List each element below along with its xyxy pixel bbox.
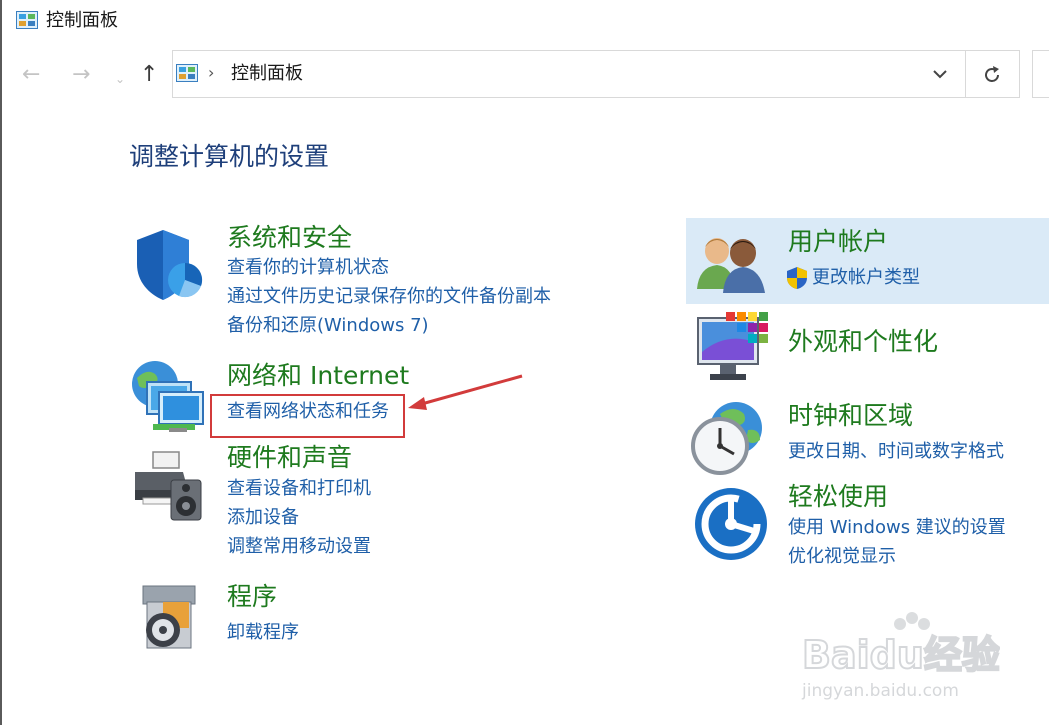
uac-shield-icon (787, 267, 807, 289)
category-system-security[interactable]: 系统和安全 (227, 223, 352, 253)
annotation-highlight-box (210, 394, 405, 438)
svg-text:jingyan.baidu.com: jingyan.baidu.com (801, 681, 959, 701)
ease-of-access-icon[interactable] (694, 487, 768, 561)
address-dropdown-icon[interactable] (928, 63, 952, 85)
recent-locations-button[interactable]: ⌄ (115, 66, 125, 92)
arrow-right-icon: → (72, 62, 91, 87)
chevron-down-icon: ⌄ (115, 72, 126, 86)
breadcrumb-chevron-icon[interactable]: › (208, 63, 214, 83)
clock-globe-icon[interactable] (690, 400, 766, 476)
link-change-account-type[interactable]: 更改帐户类型 (812, 267, 920, 289)
programs-icon[interactable] (139, 584, 199, 650)
link-change-date-time-format[interactable]: 更改日期、时间或数字格式 (788, 441, 1004, 463)
control-panel-icon (176, 64, 198, 82)
link-add-device[interactable]: 添加设备 (227, 507, 299, 529)
arrow-left-icon: ← (22, 62, 41, 87)
link-mobility-settings[interactable]: 调整常用移动设置 (227, 536, 371, 558)
window-title: 控制面板 (46, 10, 118, 31)
title-bar: 控制面板 (0, 0, 1049, 42)
svg-text:Baidu经验: Baidu经验 (802, 633, 1000, 677)
refresh-icon[interactable] (981, 64, 1003, 86)
arrow-up-icon: ↑ (140, 62, 159, 87)
category-hardware-sound[interactable]: 硬件和声音 (227, 443, 352, 473)
link-devices-printers[interactable]: 查看设备和打印机 (227, 478, 371, 500)
category-clock-region[interactable]: 时钟和区域 (788, 401, 913, 431)
shield-icon[interactable] (133, 228, 205, 302)
control-panel-icon (16, 11, 38, 29)
page-heading: 调整计算机的设置 (129, 142, 330, 171)
network-globe-icon[interactable] (129, 358, 209, 436)
appearance-icon[interactable] (696, 312, 770, 384)
forward-button[interactable]: → (72, 62, 90, 88)
category-network-internet[interactable]: 网络和 Internet (227, 361, 409, 391)
category-user-accounts[interactable]: 用户帐户 (788, 227, 888, 257)
user-accounts-icon[interactable] (695, 231, 767, 293)
link-optimize-visual-display[interactable]: 优化视觉显示 (788, 546, 896, 568)
link-file-history-backup[interactable]: 通过文件历史记录保存你的文件备份副本 (227, 286, 551, 308)
up-button[interactable]: ↑ (140, 62, 158, 88)
category-programs[interactable]: 程序 (227, 582, 277, 612)
link-recommended-settings[interactable]: 使用 Windows 建议的设置 (788, 517, 1006, 539)
category-appearance[interactable]: 外观和个性化 (788, 327, 938, 357)
link-uninstall-program[interactable]: 卸载程序 (227, 622, 299, 644)
back-button[interactable]: ← (22, 62, 40, 88)
baidu-watermark-logo: Baidu经验 jingyan.baidu.com (801, 612, 1000, 701)
annotation-arrow-icon (408, 374, 523, 410)
link-backup-restore[interactable]: 备份和还原(Windows 7) (227, 315, 429, 337)
breadcrumb-item[interactable]: 控制面板 (231, 62, 303, 86)
category-ease-of-access[interactable]: 轻松使用 (788, 482, 888, 512)
printer-speaker-icon[interactable] (131, 450, 205, 522)
search-box[interactable] (1032, 50, 1049, 98)
window-left-edge (0, 0, 2, 725)
link-view-computer-status[interactable]: 查看你的计算机状态 (227, 257, 389, 279)
